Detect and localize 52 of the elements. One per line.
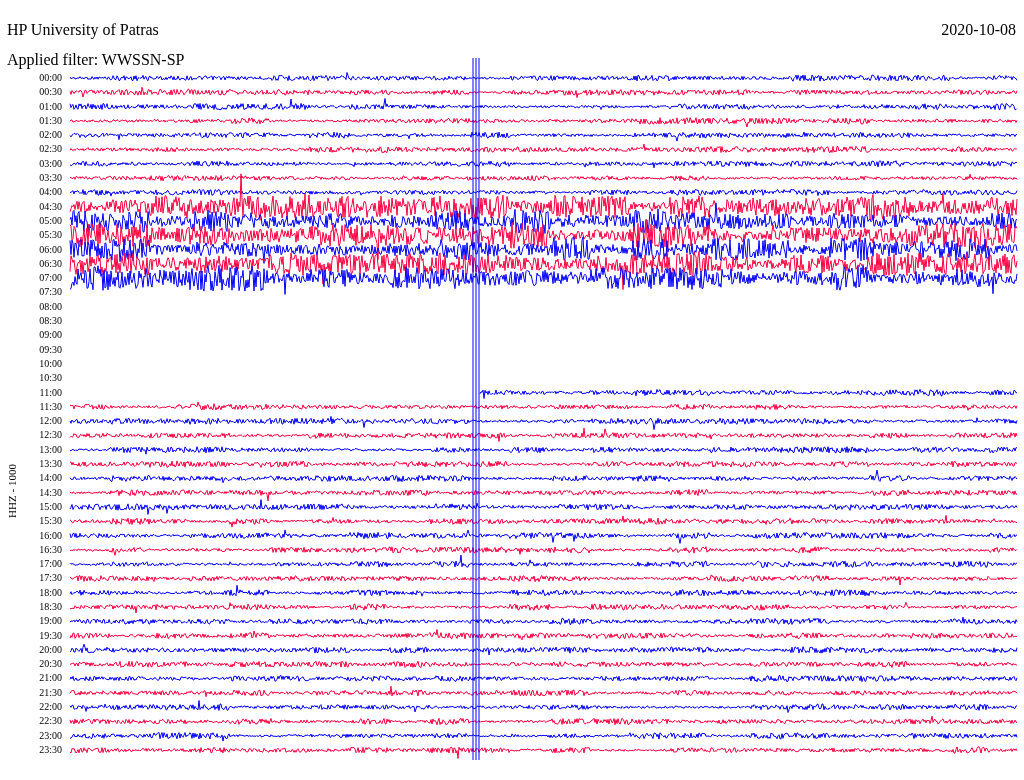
- time-label: 12:30: [38, 428, 62, 443]
- time-label: 03:30: [38, 171, 62, 186]
- time-label: 17:00: [38, 557, 62, 572]
- time-label: 23:30: [38, 742, 62, 757]
- time-label: 16:00: [38, 528, 62, 543]
- time-label: 12:00: [38, 414, 62, 429]
- time-label: 19:00: [38, 614, 62, 629]
- time-label: 02:30: [38, 142, 62, 157]
- time-label: 16:30: [38, 542, 62, 557]
- time-label: 22:30: [38, 714, 62, 729]
- time-label: 09:30: [38, 342, 62, 357]
- time-label: 11:30: [38, 399, 62, 414]
- time-label: 21:00: [38, 671, 62, 686]
- time-label: 00:30: [38, 85, 62, 100]
- time-label: 03:00: [38, 156, 62, 171]
- time-label: 11:00: [38, 385, 62, 400]
- time-label: 19:30: [38, 628, 62, 643]
- time-label: 18:30: [38, 600, 62, 614]
- time-label: 23:00: [38, 728, 62, 743]
- time-label: 07:30: [38, 285, 62, 300]
- time-label: 13:30: [38, 457, 62, 471]
- time-label: 22:00: [38, 700, 62, 715]
- time-label: 04:00: [38, 185, 62, 200]
- time-label: 13:00: [38, 442, 62, 457]
- time-label: 08:30: [38, 314, 62, 329]
- time-label: 17:30: [38, 571, 62, 586]
- time-label: 20:30: [38, 657, 62, 672]
- time-label: 09:00: [38, 328, 62, 343]
- station-title: HP University of Patras: [7, 20, 159, 40]
- time-label: 04:30: [38, 199, 62, 214]
- time-label: 06:00: [38, 242, 62, 257]
- time-label: 14:00: [38, 471, 62, 486]
- time-label: 01:30: [38, 113, 62, 128]
- date-label: 2020-10-08: [941, 20, 1016, 40]
- time-label: 07:00: [38, 271, 62, 286]
- time-label: 00:00: [38, 71, 62, 85]
- time-label: 20:00: [38, 642, 62, 657]
- time-label: 15:00: [38, 499, 62, 514]
- time-label: 21:30: [38, 685, 62, 700]
- time-label: 05:30: [38, 228, 62, 243]
- time-label: 14:30: [38, 485, 62, 500]
- time-label: 15:30: [38, 514, 62, 529]
- time-label: 01:00: [38, 99, 62, 114]
- time-label: 05:00: [38, 213, 62, 228]
- time-label: 02:00: [38, 128, 62, 143]
- time-label: 18:00: [38, 585, 62, 600]
- channel-label: HHZ - 1000: [6, 463, 18, 520]
- time-label: 10:30: [38, 371, 62, 386]
- time-label: 06:30: [38, 256, 62, 271]
- filter-label: Applied filter: WWSSN-SP: [6, 50, 186, 70]
- time-label: 10:00: [38, 356, 62, 371]
- time-label: 08:00: [38, 299, 62, 314]
